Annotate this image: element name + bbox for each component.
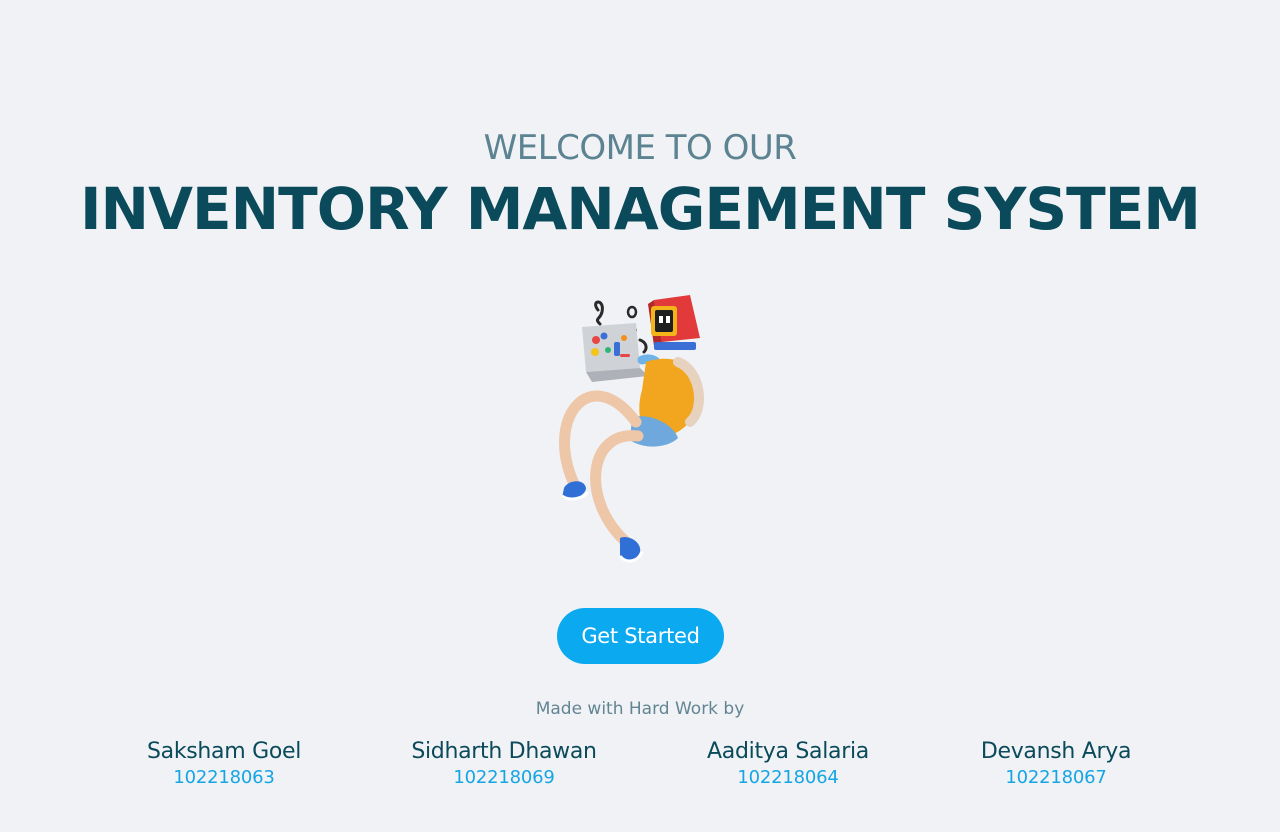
page-title: INVENTORY MANAGEMENT SYSTEM [79, 175, 1201, 243]
member-id: 102218067 [1005, 767, 1107, 788]
team-member: Sidharth Dhawan 102218069 [374, 738, 634, 790]
made-by-label: Made with Hard Work by [535, 699, 745, 719]
member-name: Devansh Arya [980, 739, 1132, 764]
team-members: Saksham Goel 102218063 Sidharth Dhawan 1… [0, 738, 1280, 798]
team-member: Saksham Goel 102218063 [94, 738, 354, 790]
get-started-button[interactable]: Get Started [557, 608, 724, 664]
member-id: 102218069 [453, 767, 555, 788]
team-member: Aaditya Salaria 102218064 [658, 738, 918, 790]
member-id: 102218064 [737, 767, 839, 788]
team-member: Devansh Arya 102218067 [926, 738, 1186, 790]
member-name: Saksham Goel [146, 739, 302, 764]
hero-illustration [550, 290, 720, 575]
welcome-subtitle: WELCOME TO OUR [483, 128, 797, 168]
member-id: 102218063 [173, 767, 275, 788]
member-name: Sidharth Dhawan [411, 739, 597, 764]
member-name: Aaditya Salaria [707, 739, 869, 764]
